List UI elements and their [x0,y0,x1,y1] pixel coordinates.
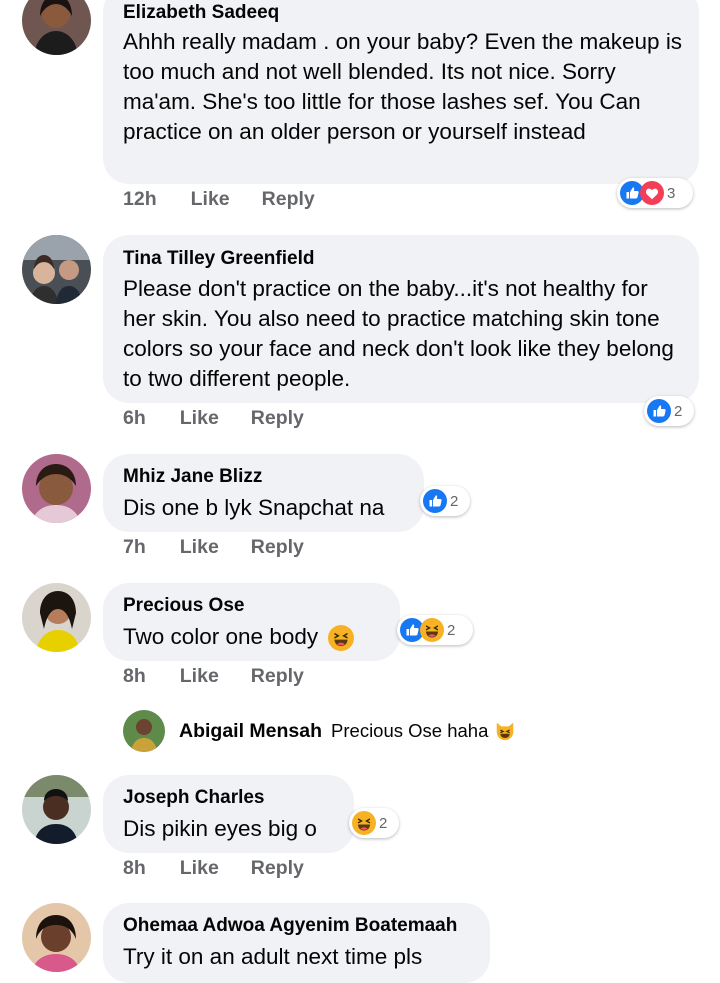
reaction-count: 2 [447,621,456,639]
comment-time: 8h [123,857,146,879]
haha-icon [420,618,444,642]
reaction-count: 2 [674,402,683,420]
comment-bubble: Ohemaa Adwoa Agyenim Boatemaah Try it on… [103,903,490,983]
comment-author[interactable]: Precious Ose [123,595,244,617]
haha-icon [352,811,376,835]
reaction-summary[interactable]: 2 [349,808,399,838]
reaction-summary[interactable]: 2 [397,615,473,645]
comment-text-value: Two color one body [123,624,319,649]
reply-button[interactable]: Reply [251,665,304,687]
like-icon [423,489,447,513]
avatar[interactable] [22,775,91,844]
comment-author[interactable]: Tina Tilley Greenfield [123,248,314,270]
comment-actions: 6h Like Reply [123,407,336,430]
reaction-summary[interactable]: 2 [420,486,470,516]
comment-text: Ahhh really madam . on your baby? Even t… [123,29,683,144]
reply-button[interactable]: Reply [262,188,315,210]
avatar[interactable] [22,583,91,652]
reply-preview[interactable]: Abigail Mensah Precious Ose haha [123,709,516,753]
comment-time: 8h [123,665,146,687]
reply-avatar[interactable] [123,710,165,752]
comment-author[interactable]: Elizabeth Sadeeq [123,2,279,24]
reaction-count: 2 [379,814,388,832]
avatar[interactable] [22,454,91,523]
comment-time: 7h [123,536,146,558]
comment-text: Please don't practice on the baby...it's… [123,276,674,391]
reply-author[interactable]: Abigail Mensah [179,720,322,743]
comment-actions: 8h Like Reply [123,665,336,688]
like-button[interactable]: Like [191,188,230,210]
like-button[interactable]: Like [180,665,219,687]
like-button[interactable]: Like [180,857,219,879]
reply-button[interactable]: Reply [251,536,304,558]
reaction-summary[interactable]: 3 [617,178,693,208]
comment-actions: 12h Like Reply [123,188,347,211]
comment-bubble: Precious Ose Two color one body [103,583,400,661]
comment-text: Try it on an adult next time pls [123,944,423,969]
grinning-emoji-icon [328,625,354,651]
reaction-count: 3 [667,184,676,202]
comment-bubble: Elizabeth Sadeeq Ahhh really madam . on … [103,0,699,184]
reaction-count: 2 [450,492,459,510]
comment-time: 12h [123,188,157,210]
like-icon [647,399,671,423]
comment-bubble: Tina Tilley Greenfield Please don't prac… [103,235,699,403]
comment-author[interactable]: Mhiz Jane Blizz [123,466,262,488]
grinning-cat-emoji-icon [494,720,516,742]
comment-text: Dis one b lyk Snapchat na [123,495,385,520]
reaction-summary[interactable]: 2 [644,396,694,426]
comment-text: Two color one body [123,622,354,652]
comment-author[interactable]: Ohemaa Adwoa Agyenim Boatemaah [123,915,457,937]
reply-button[interactable]: Reply [251,857,304,879]
comment-actions: 8h Like Reply [123,857,336,880]
reply-button[interactable]: Reply [251,407,304,429]
avatar[interactable] [22,0,91,55]
avatar[interactable] [22,235,91,304]
comment-actions: 7h Like Reply [123,536,336,559]
like-button[interactable]: Like [180,536,219,558]
comment-bubble: Joseph Charles Dis pikin eyes big o [103,775,354,853]
love-icon [640,181,664,205]
comment-bubble: Mhiz Jane Blizz Dis one b lyk Snapchat n… [103,454,424,532]
comment-author[interactable]: Joseph Charles [123,787,265,809]
avatar[interactable] [22,903,91,972]
comment-time: 6h [123,407,146,429]
reply-text: Precious Ose haha [331,720,489,741]
like-button[interactable]: Like [180,407,219,429]
comment-text: Dis pikin eyes big o [123,816,317,841]
